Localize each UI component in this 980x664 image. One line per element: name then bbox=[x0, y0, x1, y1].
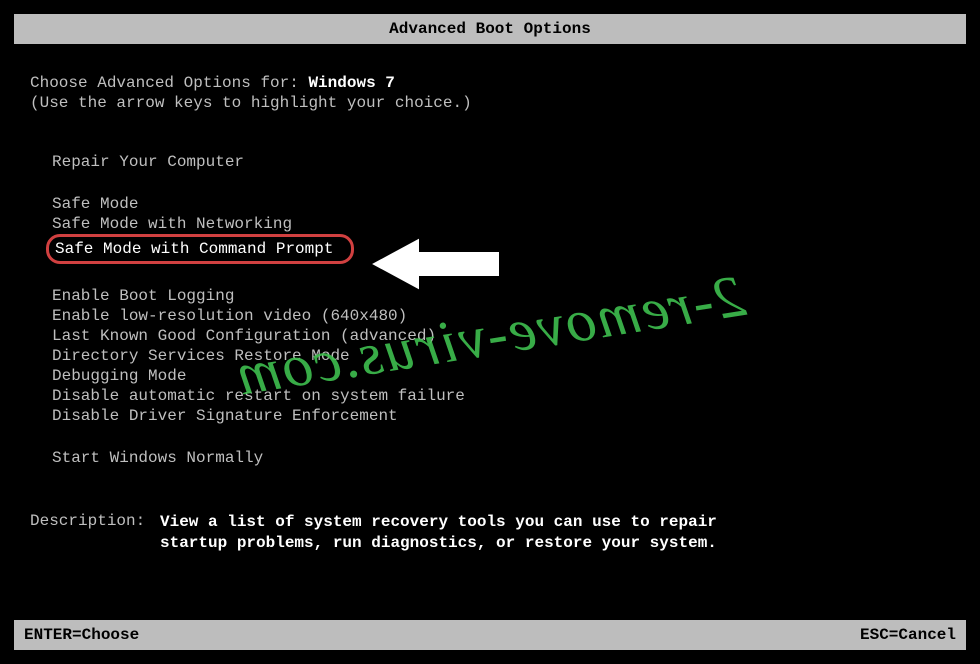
footer-enter: ENTER=Choose bbox=[24, 626, 139, 644]
menu-group-normal: Start Windows Normally bbox=[52, 448, 950, 468]
screen-title: Advanced Boot Options bbox=[389, 20, 591, 38]
menu-item-start-normal[interactable]: Start Windows Normally bbox=[52, 448, 950, 468]
menu-item-no-auto-restart[interactable]: Disable automatic restart on system fail… bbox=[52, 386, 950, 406]
footer-bar: ENTER=Choose ESC=Cancel bbox=[14, 620, 966, 650]
menu-item-ds-restore[interactable]: Directory Services Restore Mode bbox=[52, 346, 950, 366]
description-block: Description: View a list of system recov… bbox=[30, 512, 950, 554]
menu-item-safe-mode-networking[interactable]: Safe Mode with Networking bbox=[52, 214, 950, 234]
content-area: Choose Advanced Options for: Windows 7 (… bbox=[0, 44, 980, 554]
prompt-line: Choose Advanced Options for: Windows 7 bbox=[30, 74, 950, 92]
menu-item-low-res[interactable]: Enable low-resolution video (640x480) bbox=[52, 306, 950, 326]
menu-item-boot-logging[interactable]: Enable Boot Logging bbox=[52, 286, 950, 306]
menu-item-repair[interactable]: Repair Your Computer bbox=[52, 152, 950, 172]
os-name: Windows 7 bbox=[308, 74, 394, 92]
menu-group-advanced: Enable Boot Logging Enable low-resolutio… bbox=[52, 286, 950, 426]
menu-item-safe-mode[interactable]: Safe Mode bbox=[52, 194, 950, 214]
menu-item-safe-mode-cmd-wrapper[interactable]: Safe Mode with Command Prompt bbox=[52, 234, 950, 264]
menu-item-last-known-good[interactable]: Last Known Good Configuration (advanced) bbox=[52, 326, 950, 346]
menu-item-debug[interactable]: Debugging Mode bbox=[52, 366, 950, 386]
description-label: Description: bbox=[30, 512, 160, 554]
menu-group-repair: Repair Your Computer bbox=[52, 152, 950, 172]
hint-line: (Use the arrow keys to highlight your ch… bbox=[30, 94, 950, 112]
footer-esc: ESC=Cancel bbox=[860, 626, 956, 644]
description-text: View a list of system recovery tools you… bbox=[160, 512, 720, 554]
title-bar: Advanced Boot Options bbox=[14, 14, 966, 44]
boot-menu: Repair Your Computer Safe Mode Safe Mode… bbox=[30, 152, 950, 468]
menu-group-safemode: Safe Mode Safe Mode with Networking Safe… bbox=[52, 194, 950, 264]
menu-item-no-driver-sig[interactable]: Disable Driver Signature Enforcement bbox=[52, 406, 950, 426]
prompt-prefix: Choose Advanced Options for: bbox=[30, 74, 308, 92]
menu-item-safe-mode-cmd[interactable]: Safe Mode with Command Prompt bbox=[46, 234, 354, 264]
